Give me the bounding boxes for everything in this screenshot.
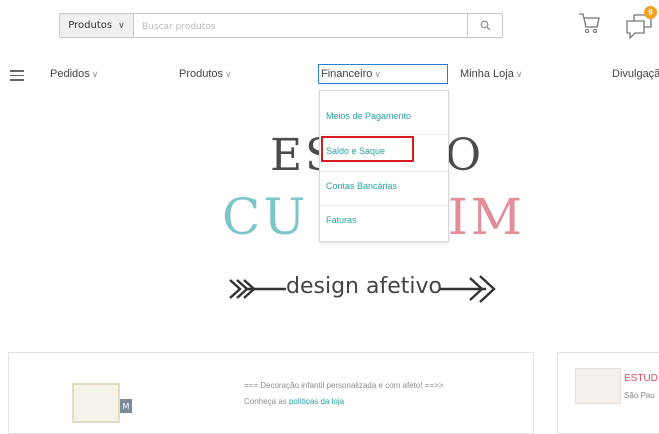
divider [320, 205, 448, 206]
banner-tagline: design afetivo [286, 274, 442, 299]
side-card-subtitle: São Pau [624, 391, 655, 400]
search-input[interactable] [140, 16, 464, 37]
menu-item-meios-de-pagamento[interactable]: Meios de Pagamento [320, 111, 448, 121]
cart-icon[interactable] [576, 10, 602, 36]
banner-line1-right: O [445, 130, 485, 181]
shop-thumbnail-tag: M [120, 399, 132, 413]
nav-item-divulgacao[interactable]: Divulgaçã [612, 68, 659, 80]
search-scope-label: Produtos [68, 20, 113, 31]
side-thumbnail[interactable] [575, 368, 621, 404]
search-scope-select[interactable]: Produtos ∨ [60, 14, 134, 37]
menu-item-contas-bancarias[interactable]: Contas Bancárias [320, 181, 448, 191]
chevron-down-icon: ∨ [91, 69, 99, 79]
chevron-down-icon: ∨ [118, 20, 125, 31]
financeiro-dropdown: Meios de Pagamento Saldo e Saque Contas … [319, 90, 449, 242]
banner-line2-right: IM [448, 188, 525, 246]
divider [320, 171, 448, 172]
nav-label: Pedidos [50, 68, 90, 80]
nav-item-minha-loja[interactable]: Minha Loja ∨ [460, 68, 522, 80]
chevron-down-icon: ∨ [225, 69, 232, 79]
arrow-left-icon [229, 279, 286, 299]
nav-label: Minha Loja [460, 68, 514, 80]
nav-label: Produtos [179, 68, 224, 80]
nav-item-financeiro[interactable]: Financeiro ∨ [318, 64, 448, 84]
policies-prefix: Conheça as [244, 397, 287, 406]
policies-link[interactable]: políticas da loja [289, 397, 344, 406]
chevron-down-icon: ∨ [515, 69, 523, 79]
nav-item-produtos[interactable]: Produtos ∨ [179, 68, 232, 80]
side-card-title[interactable]: ESTUD [624, 373, 658, 384]
search-bar: Produtos ∨ [59, 13, 503, 38]
highlight-annotation [321, 136, 414, 162]
menu-item-faturas[interactable]: Faturas [320, 215, 448, 225]
chevron-down-icon: ∨ [374, 69, 381, 79]
nav-label: Divulgaçã [612, 68, 659, 80]
messages-button[interactable]: 9 [624, 6, 658, 40]
banner-line2-left: CU [222, 188, 309, 246]
search-button[interactable] [467, 14, 502, 37]
arrow-right-icon [440, 275, 496, 303]
search-icon [480, 20, 490, 31]
divider [320, 134, 448, 135]
nav-label: Financeiro [321, 68, 373, 80]
nav-item-pedidos[interactable]: Pedidos ∨ [50, 68, 98, 80]
notification-badge: 9 [644, 6, 657, 19]
shop-thumbnail[interactable] [72, 383, 120, 423]
shop-policies-line: Conheça as políticas da loja [244, 397, 344, 406]
shop-description: === Decoração infantil personalizada e c… [244, 381, 444, 390]
menu-icon[interactable] [10, 70, 24, 81]
